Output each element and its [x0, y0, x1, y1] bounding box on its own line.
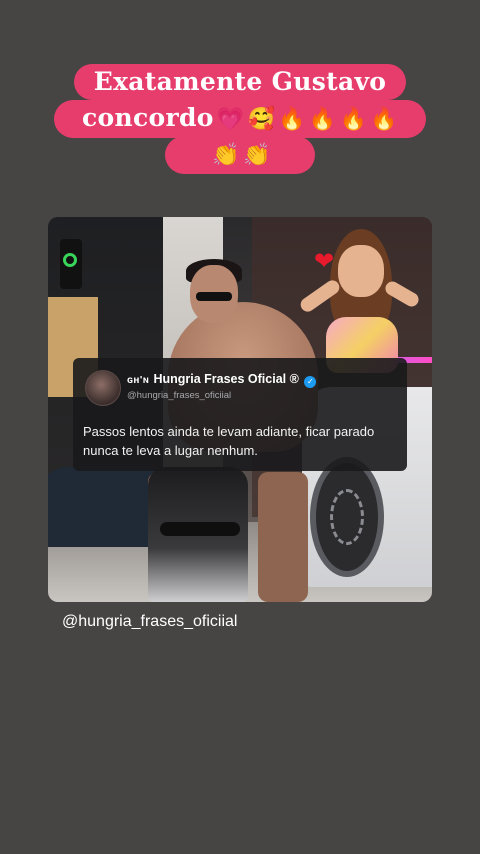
car-wheel: [310, 457, 384, 577]
tweet-account-name[interactable]: ɢʜ'ɴ Hungria Frases Oficial ® ✓: [127, 372, 317, 388]
fire-emoji-icon: 🔥: [278, 107, 306, 132]
tweet-handle[interactable]: @hungria_frases_oficiial: [127, 390, 231, 401]
heart-icon: ❤: [314, 247, 335, 275]
speaker-icon: [60, 239, 82, 289]
caption-line-1: Exatamente Gustavo: [0, 64, 480, 100]
fire-emoji-icon: 🔥: [339, 107, 368, 132]
ghn-tag: ɢʜ'ɴ: [127, 375, 150, 386]
fire-emoji-icon: 🔥: [308, 107, 337, 132]
smiling-hearts-emoji-icon: 🥰: [247, 107, 276, 132]
wheel-rim: [330, 489, 364, 545]
pink-heart-emoji-icon: 💗: [216, 107, 245, 132]
caption-line-2-box: concordo 💗 🥰 🔥 🔥 🔥 🔥: [54, 100, 426, 138]
cartoon-avatar-sticker[interactable]: ❤: [297, 229, 422, 379]
sunglasses: [196, 292, 232, 301]
clapping-hands-emoji-icon: 👏: [212, 143, 240, 168]
story-caption-sticker[interactable]: Exatamente Gustavo concordo 💗 🥰 🔥 🔥 🔥 🔥 👏 👏: [0, 64, 480, 174]
verified-badge-icon: ✓: [304, 376, 317, 388]
caption-line-1-text: Exatamente Gustavo: [73, 64, 407, 100]
mention-sticker[interactable]: @hungria_frases_oficiial: [62, 613, 237, 631]
speaker-led-ring: [63, 253, 77, 267]
tweet-avatar[interactable]: [85, 370, 121, 406]
fire-emoji-icon: 🔥: [370, 107, 398, 132]
caption-line-2: concordo 💗 🥰 🔥 🔥 🔥 🔥: [0, 100, 480, 138]
person-leg-right: [258, 472, 308, 602]
avatar-face: [338, 245, 384, 297]
caption-line-2-text: concordo: [82, 103, 214, 132]
tweet-text: Passos lentos ainda te levam adiante, fi…: [83, 424, 375, 458]
clapping-hands-emoji-icon: 👏: [243, 143, 271, 168]
caption-line-3-box: 👏 👏: [165, 136, 315, 174]
tweet-card[interactable]: ɢʜ'ɴ Hungria Frases Oficial ® ✓ @hungria_…: [73, 358, 407, 471]
tweet-account-name-text: Hungria Frases Oficial ®: [153, 372, 299, 386]
scooter-seat: [160, 522, 240, 536]
caption-line-3: 👏 👏: [0, 136, 480, 174]
